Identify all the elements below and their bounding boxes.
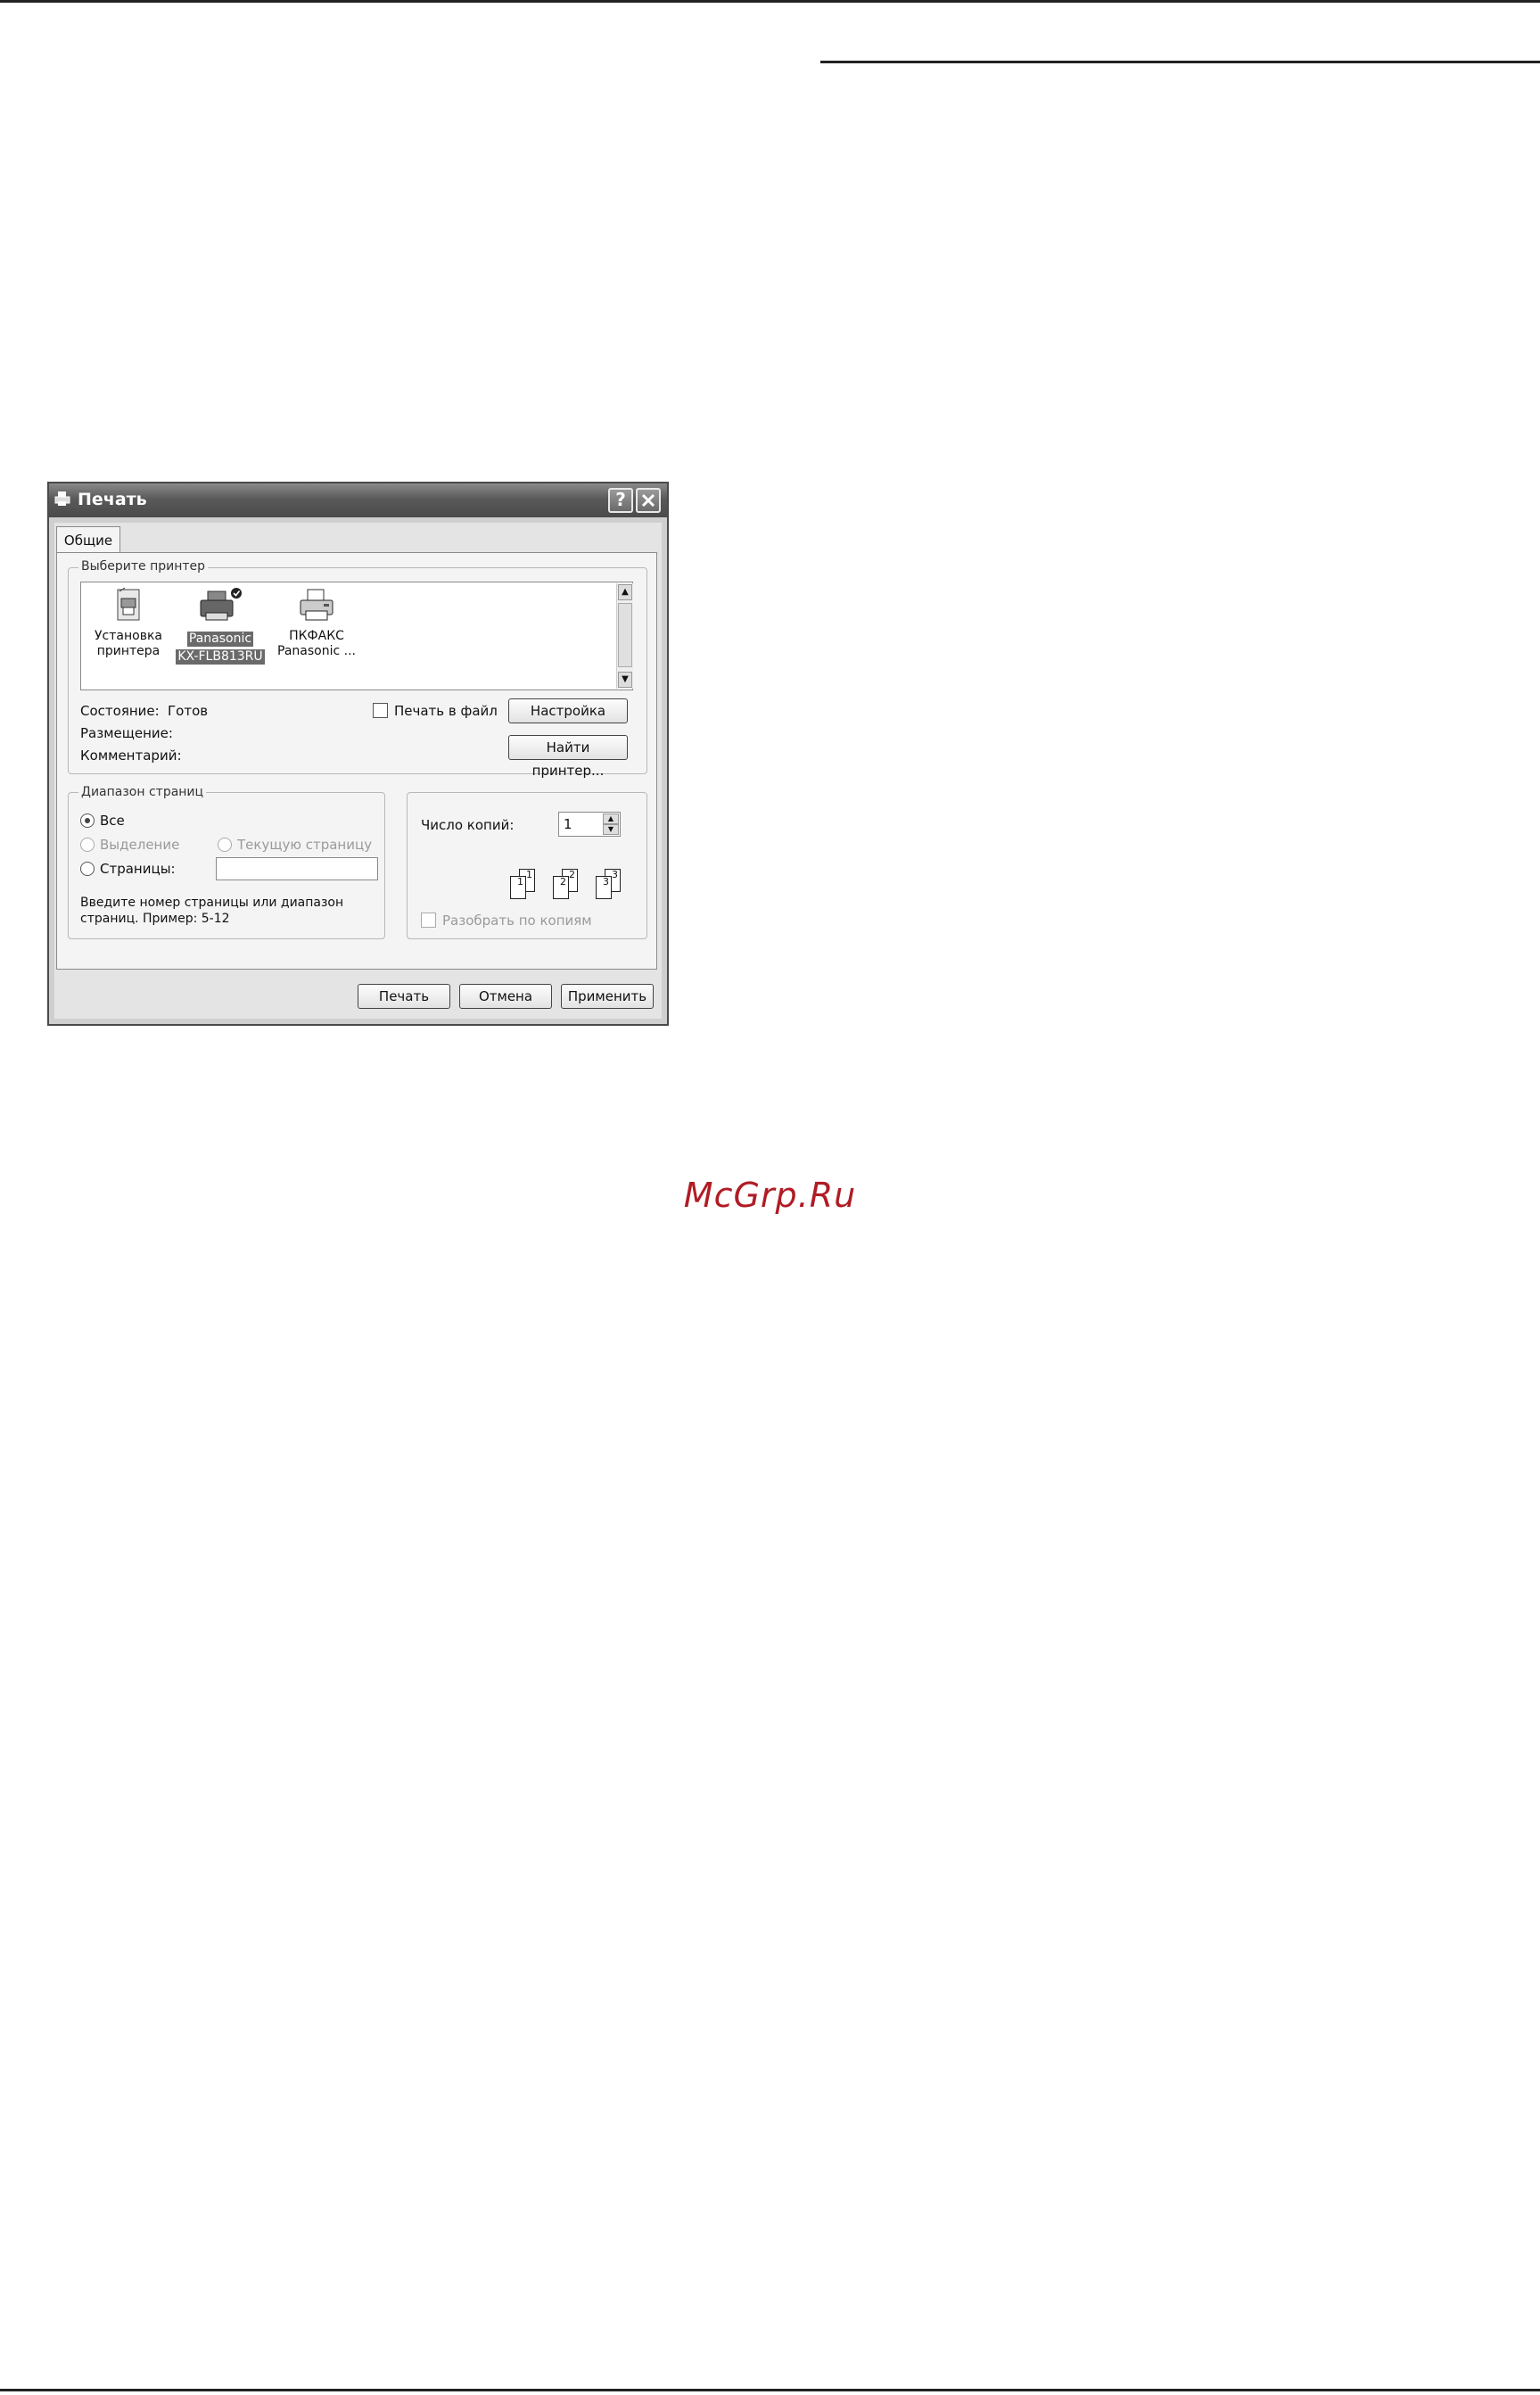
- location-label: Размещение:: [80, 725, 173, 741]
- range-current-page-radio: [218, 838, 232, 852]
- header-rule: [820, 61, 1540, 63]
- apply-button[interactable]: Применить: [561, 984, 654, 1009]
- find-printer-button[interactable]: Найти принтер...: [508, 735, 628, 779]
- pages-input[interactable]: [216, 857, 378, 880]
- collate-illustration: 1 1 2 2 3 3: [508, 863, 642, 908]
- printer-item-add-line1: Установка: [95, 629, 162, 643]
- cancel-button[interactable]: Отмена: [459, 984, 552, 1009]
- range-pages-radio[interactable]: [80, 862, 95, 876]
- collate-label: Разобрать по копиям: [442, 913, 592, 929]
- status-label: Состояние:: [80, 703, 160, 719]
- range-all-radio[interactable]: [80, 813, 95, 828]
- page-range-title: Диапазон страниц: [78, 785, 207, 799]
- printer-item-add-line2: принтера: [96, 644, 161, 658]
- title-bar[interactable]: Печать ?: [49, 483, 667, 517]
- collate-checkbox: [421, 913, 436, 928]
- range-hint-line1: Введите номер страницы или диапазон: [80, 896, 344, 910]
- add-printer-icon: [117, 587, 140, 621]
- printer-item-fax[interactable]: ПКФАКС Panasonic ...: [272, 586, 361, 659]
- printer-item-fax-line2: Panasonic ...: [277, 644, 356, 658]
- copies-label: Число копий:: [421, 817, 515, 833]
- print-to-file-label[interactable]: Печать в файл: [394, 703, 498, 719]
- collate-page-1-front: 1: [510, 876, 526, 899]
- tab-panel-general: Выберите принтер Установка принтера Pana…: [56, 552, 657, 970]
- bottom-rule: [0, 2389, 1540, 2391]
- status-value: Готов: [168, 703, 209, 719]
- printer-item-panasonic[interactable]: Panasonic KX-FLB813RU: [176, 586, 265, 665]
- scroll-thumb[interactable]: [618, 603, 632, 667]
- printer-list[interactable]: Установка принтера Panasonic KX-FLB813RU: [80, 582, 633, 690]
- tab-general[interactable]: Общие: [56, 526, 120, 553]
- printer-list-scrollbar[interactable]: ▲ ▼: [616, 583, 633, 689]
- spin-down-icon[interactable]: ▼: [603, 824, 619, 835]
- help-button[interactable]: ?: [608, 488, 633, 513]
- collate-page-2-front: 2: [553, 876, 569, 899]
- printer-item-fax-line1: ПКФАКС: [289, 629, 344, 643]
- range-pages-label[interactable]: Страницы:: [100, 861, 176, 877]
- dialog-title: Печать: [78, 490, 147, 509]
- scroll-up-icon[interactable]: ▲: [618, 584, 632, 600]
- printer-app-icon: [54, 491, 70, 506]
- radio-selected-dot: [85, 818, 90, 823]
- print-button[interactable]: Печать: [358, 984, 450, 1009]
- preferences-button[interactable]: Настройка: [508, 698, 628, 723]
- printer-item-panasonic-line1: Panasonic: [186, 632, 254, 647]
- spin-up-icon[interactable]: ▲: [603, 813, 619, 824]
- close-icon: [641, 493, 655, 508]
- collate-page-3-front: 3: [596, 876, 612, 899]
- range-selection-radio: [80, 838, 95, 852]
- print-dialog: Печать ? Общие Выберите принтер Установк…: [47, 482, 669, 1026]
- printer-item-add[interactable]: Установка принтера: [88, 586, 169, 659]
- fax-printer-icon: [300, 589, 334, 621]
- top-rule: [0, 0, 1540, 3]
- copies-value: 1: [564, 816, 572, 832]
- select-printer-title: Выберите принтер: [78, 559, 209, 574]
- watermark: McGrp.Ru: [683, 1176, 857, 1215]
- range-selection-label: Выделение: [100, 837, 180, 853]
- printer-icon: [200, 588, 242, 621]
- range-current-page-label: Текущую страницу: [237, 837, 373, 853]
- comment-label: Комментарий:: [80, 747, 182, 764]
- range-all-label[interactable]: Все: [100, 813, 125, 829]
- close-button[interactable]: [636, 488, 661, 513]
- range-hint-line2: страниц. Пример: 5-12: [80, 912, 230, 926]
- print-to-file-checkbox[interactable]: [373, 703, 388, 718]
- copies-stepper[interactable]: 1 ▲ ▼: [558, 812, 621, 837]
- scroll-down-icon[interactable]: ▼: [618, 672, 632, 688]
- printer-item-panasonic-line2: KX-FLB813RU: [176, 649, 265, 665]
